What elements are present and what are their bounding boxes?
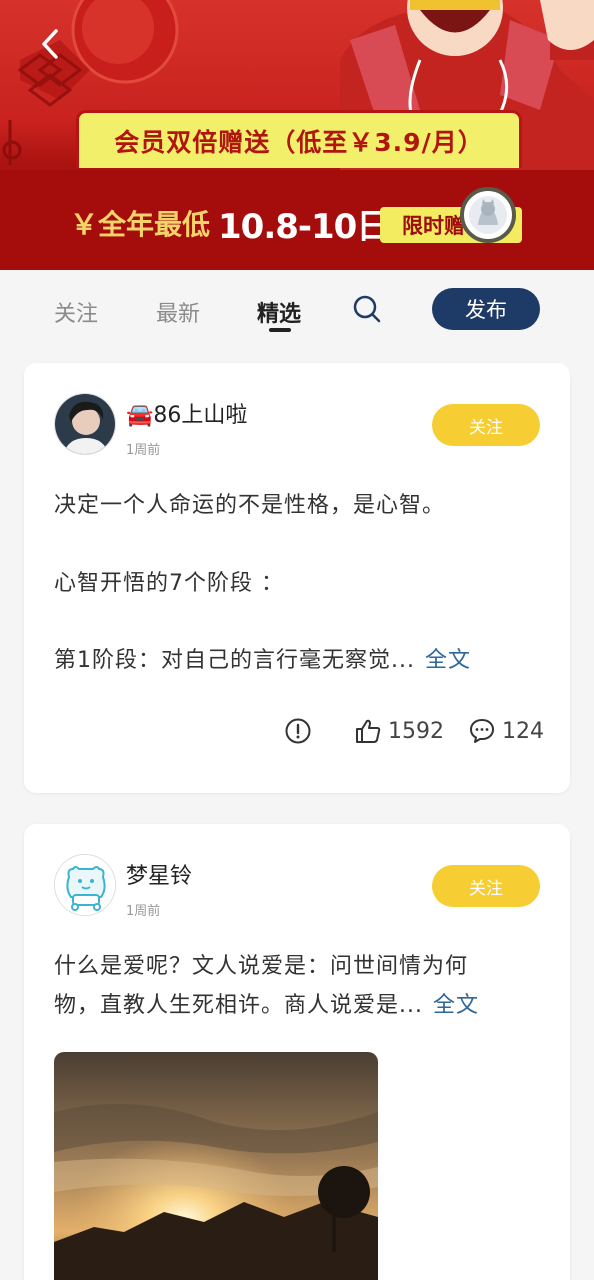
floating-avatar-button[interactable] — [460, 187, 516, 243]
exclamation-circle-icon — [285, 718, 311, 744]
promo-title: 会员双倍赠送（低至￥3.9/月） — [114, 127, 484, 157]
post-text-truncated: 物，直教人生死相许。商人说爱是... — [54, 993, 423, 1018]
promo-title-card: 会员双倍赠送（低至￥3.9/月） — [76, 110, 522, 168]
avatar[interactable] — [54, 854, 116, 916]
post-text-line: 什么是爱呢？文人说爱是：问世间情为何 — [54, 954, 469, 979]
post-card[interactable]: 🚘86上山啦 1周前 关注 决定一个人命运的不是性格，是心智。 心智开悟的7个阶… — [24, 363, 570, 793]
like-count: 1592 — [388, 718, 444, 744]
publish-button[interactable]: 发布 — [432, 288, 540, 330]
avatar[interactable] — [54, 393, 116, 455]
post-time: 1周前 — [126, 443, 161, 458]
post-text-line: 心智开悟的7个阶段 ： — [54, 571, 284, 596]
read-more-link[interactable]: 全文 — [425, 648, 471, 673]
tab-featured[interactable]: 精选 — [257, 296, 301, 328]
user-avatar-image — [55, 855, 115, 915]
post-text-line: 决定一个人命运的不是性格，是心智。 — [54, 493, 446, 518]
user-avatar-image — [55, 394, 115, 454]
tab-follow[interactable]: 关注 — [54, 296, 98, 328]
active-tab-indicator — [269, 328, 291, 332]
follow-button[interactable]: 关注 — [432, 404, 540, 446]
price-value: 10.8-10日 — [218, 206, 390, 247]
report-button[interactable] — [284, 717, 318, 745]
cat-avatar-icon — [469, 196, 507, 234]
sunset-photo — [54, 1052, 378, 1280]
post-card[interactable]: 梦星铃 1周前 关注 什么是爱呢？文人说爱是：问世间情为何 物，直教人生死相许。… — [24, 824, 570, 1280]
tab-latest[interactable]: 最新 — [156, 296, 200, 328]
price-line: ￥全年最低 10.8-10日 — [70, 200, 390, 247]
comment-button[interactable]: 124 — [468, 717, 544, 745]
limit-badge-label: 限时赠 — [402, 214, 465, 238]
post-time: 1周前 — [126, 904, 161, 919]
username[interactable]: 梦星铃 — [126, 858, 192, 890]
promo-banner[interactable]: 会员双倍赠送（低至￥3.9/月） ￥全年最低 10.8-10日 限时赠 — [0, 0, 594, 270]
chevron-left-icon — [42, 29, 58, 59]
post-text-truncated: 第1阶段：对自己的言行毫无察觉... — [54, 648, 415, 673]
like-button[interactable]: 1592 — [354, 717, 444, 745]
post-image[interactable] — [54, 1052, 378, 1280]
post-actions: 1592 124 — [24, 713, 570, 753]
search-icon — [353, 295, 381, 323]
comment-count: 124 — [502, 718, 544, 744]
price-label: ￥全年最低 — [70, 208, 211, 241]
thumbs-up-icon — [356, 719, 381, 743]
follow-button[interactable]: 关注 — [432, 865, 540, 907]
back-button[interactable] — [30, 24, 70, 64]
search-button[interactable] — [352, 294, 382, 324]
read-more-link[interactable]: 全文 — [433, 993, 479, 1018]
username[interactable]: 🚘86上山啦 — [126, 397, 247, 429]
feed-tabs: 关注 最新 精选 发布 — [0, 270, 594, 350]
post-text-line: 物，直教人生死相许。商人说爱是... 全文 — [54, 987, 544, 1025]
post-text-line: 第1阶段：对自己的言行毫无察觉... 全文 — [54, 642, 544, 680]
comment-icon — [470, 719, 494, 743]
